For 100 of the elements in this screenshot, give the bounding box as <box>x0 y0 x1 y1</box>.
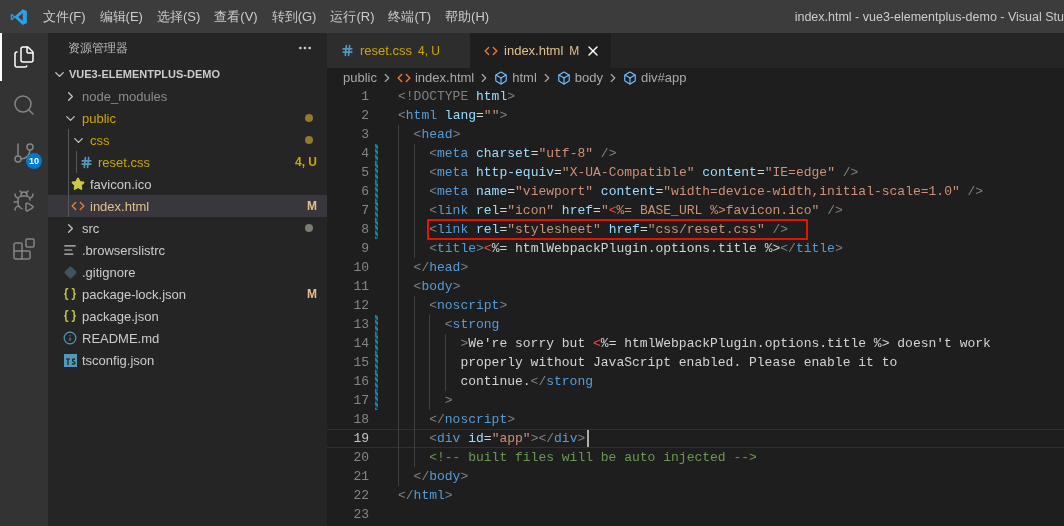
file-tree-item[interactable]: .gitignore <box>48 261 327 283</box>
breadcrumb-item[interactable]: body <box>556 70 603 85</box>
menu-item[interactable]: 选择(S) <box>149 7 208 26</box>
editor-tab[interactable]: index.html M <box>470 33 612 68</box>
line-number: 2 <box>360 108 369 123</box>
line-number: 20 <box>352 450 369 465</box>
code-line: continue.</strong <box>459 373 594 391</box>
breadcrumb-item[interactable]: html <box>494 70 537 85</box>
line-number: 4 <box>360 146 369 161</box>
code-line: <body> <box>412 278 462 296</box>
line-number: 5 <box>360 165 369 180</box>
hash-icon <box>79 155 93 169</box>
file-name: css <box>90 132 111 148</box>
code-line: <meta name="viewport" content="width=device-width,initial-scale=1.0" /> <box>428 183 985 201</box>
file-name: node_modules <box>82 88 169 104</box>
code-line: properly without JavaScript enabled. Please enable it to <box>459 354 899 372</box>
status-label: M <box>307 287 317 301</box>
file-name: public <box>82 110 117 126</box>
file-name: tsconfig.json <box>82 352 156 368</box>
project-header[interactable]: VUE3-ELEMENTPLUS-DEMO <box>48 63 327 85</box>
line-number: 8 <box>360 222 369 237</box>
menu-item[interactable]: 查看(V) <box>207 7 265 26</box>
file-tree-item[interactable]: node_modules <box>48 85 327 107</box>
braces-icon <box>63 309 77 323</box>
line-number: 7 <box>360 203 369 218</box>
file-name: index.html <box>90 198 151 214</box>
line-number: 9 <box>360 241 369 256</box>
star-icon <box>71 177 85 191</box>
line-number: 14 <box>352 336 369 351</box>
lines-icon <box>63 243 77 257</box>
menu-item[interactable]: 终端(T) <box>381 7 439 26</box>
file-name: package-lock.json <box>82 286 188 302</box>
file-name: src <box>82 220 101 236</box>
breadcrumb-item[interactable]: index.html <box>396 70 475 85</box>
file-tree-item[interactable]: css <box>48 129 327 151</box>
code-line: > <box>443 392 454 410</box>
window-title: index.html - vue3-elementplus-demo - Visual Stu <box>794 9 1064 24</box>
menu-item[interactable]: 转到(G) <box>264 7 324 26</box>
line-number: 23 <box>352 507 369 522</box>
file-name: .gitignore <box>82 264 137 280</box>
activity-bar-item[interactable]: 10 <box>0 129 48 177</box>
file-tree-item[interactable]: favicon.ico <box>48 173 327 195</box>
editor-tab[interactable]: reset.css 4, U <box>327 33 471 68</box>
braces-icon <box>63 287 77 301</box>
code-line: </html> <box>397 487 454 505</box>
status-label: M <box>307 199 317 213</box>
line-number: 3 <box>360 127 369 142</box>
breadcrumb-item[interactable]: div#app <box>623 70 687 85</box>
file-tree-item[interactable]: reset.css 4, U <box>48 151 327 173</box>
status-label: 4, U <box>418 43 441 58</box>
menu-item[interactable]: 文件(F) <box>36 7 93 26</box>
line-number: 12 <box>352 298 369 313</box>
code-line: <div id="app"></div> <box>428 430 587 448</box>
text-cursor <box>587 430 590 447</box>
app-logo-icon <box>10 7 28 26</box>
project-name: VUE3-ELEMENTPLUS-DEMO <box>69 68 220 80</box>
file-tree-item[interactable]: tsconfig.json <box>48 349 327 371</box>
status-label: 4, U <box>295 155 317 169</box>
file-tree-item[interactable]: index.html M <box>48 195 327 217</box>
code-line: <noscript> <box>428 297 509 315</box>
code-line: <link rel="icon" href="<%= BASE_URL %>favicon.ico" /> <box>428 202 844 220</box>
file-tree-item[interactable]: .browserslistrc <box>48 239 327 261</box>
panel-title: 资源管理器 <box>68 40 128 56</box>
code-line: <html lang=""> <box>397 107 509 125</box>
code-line: <title><%= htmlWebpackPlugin.options.title %></title> <box>428 240 844 258</box>
code-line: <strong <box>443 316 501 334</box>
file-name: .browserslistrc <box>82 242 167 258</box>
file-tree-item[interactable]: package.json <box>48 305 327 327</box>
code-line: <!DOCTYPE html> <box>397 88 517 106</box>
code-line: <head> <box>412 126 462 144</box>
file-name: package.json <box>82 308 160 324</box>
menu-item[interactable]: 帮助(H) <box>438 7 497 26</box>
menu-item[interactable]: 运行(R) <box>323 7 382 26</box>
status-label: M <box>569 43 580 58</box>
hash-icon <box>341 44 354 57</box>
code-line: </head> <box>412 259 470 277</box>
line-number: 1 <box>360 89 369 104</box>
code-icon <box>71 199 85 213</box>
breadcrumb-item[interactable]: public <box>343 70 377 85</box>
info-icon <box>63 331 77 345</box>
cube-icon <box>623 70 637 85</box>
count-badge: 10 <box>26 153 42 169</box>
blocks-icon <box>12 237 36 261</box>
search-icon <box>12 93 36 117</box>
code-line: >We're sorry but <%= htmlWebpackPlugin.options.title %> doesn't work <box>459 335 992 353</box>
line-number: 10 <box>352 260 369 275</box>
cube-icon <box>556 70 571 85</box>
line-number: 13 <box>352 317 369 332</box>
line-number: 19 <box>352 431 369 446</box>
tab-label: reset.css <box>360 43 412 58</box>
file-tree-item[interactable]: src <box>48 217 327 239</box>
code-line: <!-- built files will be auto injected --> <box>428 449 758 467</box>
file-tree-item[interactable]: package-lock.json M <box>48 283 327 305</box>
files-icon <box>12 45 36 69</box>
line-number: 22 <box>352 488 369 503</box>
file-tree-item[interactable]: public <box>48 107 327 129</box>
file-tree-item[interactable]: README.md <box>48 327 327 349</box>
line-number: 17 <box>352 393 369 408</box>
menu-item[interactable]: 编辑(E) <box>92 7 150 26</box>
tab-label: index.html <box>504 43 564 58</box>
